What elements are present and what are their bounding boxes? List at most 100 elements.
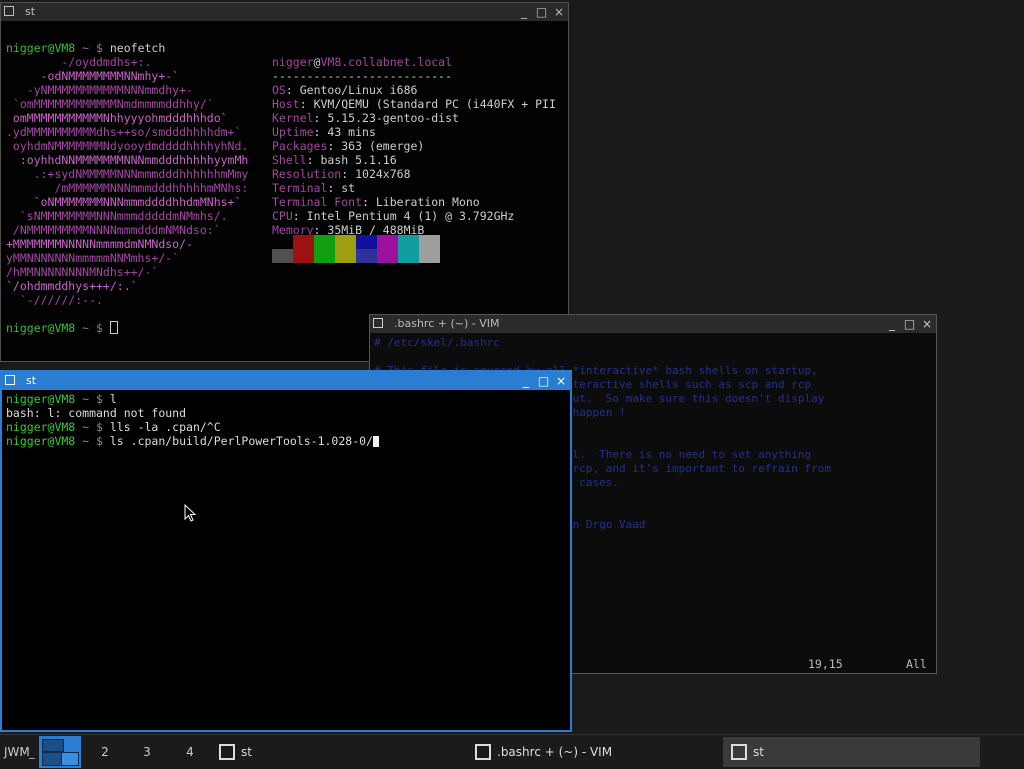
info-value: 43 mins <box>327 125 376 139</box>
pager-window-thumb <box>42 739 64 752</box>
color-swatch <box>314 235 335 249</box>
logo-line: `omMMMMMMMMMMMMNmdmmmmddhhy/` <box>6 97 214 111</box>
pager-window-thumb <box>61 752 79 766</box>
color-swatch <box>314 249 335 263</box>
terminal-window-active[interactable]: st _ □ × nigger@VM8 ~ $ l bash: l: comman… <box>0 370 572 732</box>
info-key: Shell <box>272 153 307 167</box>
info-key: Uptime <box>272 125 314 139</box>
maximize-button[interactable]: □ <box>535 3 549 21</box>
task-st-2-active[interactable]: st <box>723 737 980 767</box>
window-titlebar[interactable]: st _ □ × <box>2 372 570 390</box>
logo-line: -yNMMMMMMMMMMMNNNmmdhy+- <box>6 83 193 97</box>
color-swatch <box>335 249 356 263</box>
color-swatch <box>293 249 314 263</box>
info-value: 5.15.23-gentoo-dist <box>327 111 459 125</box>
cursor <box>109 321 118 334</box>
logo-line: /hMMNNNNNNNNMNdhs++/-` <box>6 265 159 279</box>
window-icon <box>219 744 235 760</box>
workspace-2-button[interactable]: 2 <box>85 735 125 769</box>
window-menu-icon[interactable] <box>373 318 383 328</box>
color-swatch <box>356 235 377 249</box>
info-key: CPU <box>272 209 293 223</box>
window-menu-icon[interactable] <box>4 6 14 16</box>
vim-line <box>374 350 831 364</box>
color-swatch <box>377 235 398 249</box>
color-swatch <box>398 249 419 263</box>
info-value: Liberation Mono <box>375 195 480 209</box>
info-key: OS <box>272 83 286 97</box>
logo-line: `-//////:--. <box>6 293 103 307</box>
info-key: Packages <box>272 139 328 153</box>
info-row: Host: KVM/QEMU (Standard PC (i440FX + PI… <box>272 97 556 111</box>
color-swatch <box>335 235 356 249</box>
logo-line: /mMMMMMMNNNmmmdddhhhhhmMNhs: <box>6 181 249 195</box>
vim-scroll-indicator: All <box>906 657 927 671</box>
vim-cursor-position: 19,15 <box>808 657 843 671</box>
neofetch-divider: -------------------------- <box>272 69 453 83</box>
info-row: Packages: 363 (emerge) <box>272 139 425 153</box>
info-row: Terminal Font: Liberation Mono <box>272 195 480 209</box>
info-value: Intel Pentium 4 (1) @ 3.792GHz <box>306 209 515 223</box>
color-swatch <box>272 249 293 263</box>
info-row: Resolution: 1024x768 <box>272 167 411 181</box>
info-row: OS: Gentoo/Linux i686 <box>272 83 418 97</box>
info-row: Uptime: 43 mins <box>272 125 376 139</box>
task-st-1[interactable]: st <box>211 737 466 767</box>
logo-line: `sNMMMMMMMMNNNmmmdddddmNMmhs/. <box>6 209 228 223</box>
workspace-3-button[interactable]: 3 <box>127 735 167 769</box>
minimize-button[interactable]: _ <box>885 315 899 333</box>
workspace-1-pager[interactable] <box>39 736 81 768</box>
prompt-line: nigger@VM8 ~ $ <box>6 321 118 335</box>
info-key: Host <box>272 97 300 111</box>
info-value: 363 (emerge) <box>341 139 425 153</box>
info-row: Kernel: 5.15.23-gentoo-dist <box>272 111 459 125</box>
neofetch-header: nigger@VM8.collabnet.local <box>272 55 453 69</box>
color-swatch <box>356 249 377 263</box>
gentoo-ascii-logo: -/oyddmdhs+:. -odNMMMMMMMMNNmhy+-` -yNMM… <box>6 55 248 307</box>
logo-line: .ydMMMMMMMMMMdhs++so/smdddhhhhdm+` <box>6 125 242 139</box>
task-vim[interactable]: .bashrc + (~) - VIM <box>467 737 722 767</box>
window-titlebar[interactable]: st _ □ × <box>1 3 568 21</box>
minimize-button[interactable]: _ <box>519 372 533 390</box>
taskbar: JWM _ 2 3 4 st .bashrc + (~) - VIM st <box>0 734 1024 769</box>
info-key: Resolution <box>272 167 342 181</box>
neofetch-info: OS: Gentoo/Linux i686 Host: KVM/QEMU (Sta… <box>272 83 556 237</box>
terminal-lines: nigger@VM8 ~ $ l bash: l: command not fou… <box>6 392 379 448</box>
logo-line: +MMMMMMMNNNNNmmmmdmNMNdso/- <box>6 237 193 251</box>
logo-line: oyhdmNMMMMMMMNdyooydmddddhhhhyhNd. <box>6 139 249 153</box>
color-swatch <box>419 249 440 263</box>
window-menu-icon[interactable] <box>5 375 15 385</box>
logo-line: /NMMMMMMMMMNNNNmmmdddmNMNdso:` <box>6 223 221 237</box>
info-value: 1024x768 <box>355 167 411 181</box>
logo-line: `/ohdmmddhys+++/:.` <box>6 279 138 293</box>
info-row: Terminal: st <box>272 181 356 195</box>
wm-menu-button[interactable]: JWM <box>4 735 30 769</box>
window-title: .bashrc + (~) - VIM <box>394 317 500 330</box>
info-value: bash 5.1.16 <box>320 153 397 167</box>
close-button[interactable]: × <box>920 315 934 333</box>
show-desktop-button[interactable]: _ <box>29 735 35 769</box>
window-icon <box>731 744 747 760</box>
logo-line: yMMNNNNNNNmmmmmNNMmhs+/-` <box>6 251 180 265</box>
close-button[interactable]: × <box>552 3 566 21</box>
color-swatch <box>419 235 440 249</box>
output-line: bash: l: command not found <box>6 406 187 420</box>
terminal-content[interactable]: nigger@VM8 ~ $ l bash: l: command not fou… <box>2 390 570 730</box>
logo-line: .:+sydNMMMMMNNNmmmdddhhhhhhmMmy <box>6 167 249 181</box>
window-icon <box>475 744 491 760</box>
info-row: CPU: Intel Pentium 4 (1) @ 3.792GHz <box>272 209 515 223</box>
window-titlebar[interactable]: .bashrc + (~) - VIM _ □ × <box>370 315 936 333</box>
mouse-pointer-icon <box>184 504 197 522</box>
window-title: st <box>25 5 36 18</box>
close-button[interactable]: × <box>554 372 568 390</box>
info-row: Shell: bash 5.1.16 <box>272 153 397 167</box>
logo-line: -odNMMMMMMMMNNmhy+-` <box>6 69 180 83</box>
workspace-4-button[interactable]: 4 <box>170 735 210 769</box>
terminal-content[interactable]: nigger@VM8 ~ $ neofetch -/oyddmdhs+:. -o… <box>1 21 568 361</box>
terminal-window-neofetch[interactable]: st _ □ × nigger@VM8 ~ $ neofetch -/oyddm… <box>0 2 569 362</box>
color-swatch <box>377 249 398 263</box>
maximize-button[interactable]: □ <box>537 372 551 390</box>
maximize-button[interactable]: □ <box>903 315 917 333</box>
minimize-button[interactable]: _ <box>517 3 531 21</box>
window-title: st <box>26 374 37 387</box>
